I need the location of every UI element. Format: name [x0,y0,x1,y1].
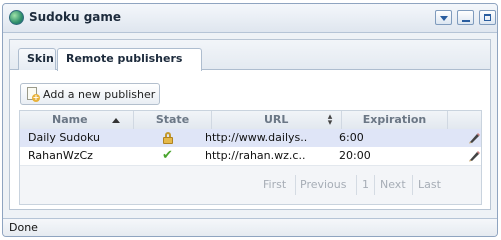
column-header-name-label: Name [52,113,88,126]
pager-separator [295,175,296,195]
sort-both-icon: ▴ ▾ [327,112,333,128]
status-text: Done [9,221,38,234]
pencil-icon[interactable] [467,149,481,163]
table-row[interactable]: RahanWzCz ✔ http://rahan.wz.c.. 20:00 [20,147,481,166]
cell-expiration: 6:00 [339,131,364,144]
window-menu-button[interactable] [435,10,452,25]
pager-last-button[interactable]: Last [418,175,441,195]
minimize-icon [462,20,470,22]
lock-icon [163,132,173,144]
sort-ascending-icon [112,118,120,123]
pager-next-button[interactable]: Next [380,175,406,195]
app-window: Sudoku game Skin Remote publishers + Add… [2,3,498,237]
check-icon: ✔ [162,148,173,163]
status-bar: Done [3,218,497,236]
chevron-down-icon [440,16,448,21]
column-header-actions [448,111,483,129]
cell-url: http://www.dailys.. [205,131,308,144]
tab-skin[interactable]: Skin [18,48,56,70]
add-document-icon: + [27,87,40,102]
cell-name: Daily Sudoku [28,131,100,144]
minimize-button[interactable] [457,10,474,25]
pager-previous-button[interactable]: Previous [300,175,347,195]
pager-separator [356,175,357,195]
cell-name: RahanWzCz [28,149,93,162]
window-title: Sudoku game [29,10,122,24]
column-header-expiration[interactable]: Expiration [342,111,448,129]
publishers-grid: Name State URL ▴ ▾ Expiration Daily Sudok… [19,110,482,205]
tab-strip: Skin Remote publishers [10,40,490,71]
pager-first-button[interactable]: First [263,175,286,195]
tab-remote-publishers[interactable]: Remote publishers [57,48,202,71]
pager-page-number[interactable]: 1 [362,175,369,195]
pager-separator [374,175,375,195]
globe-icon [9,10,24,25]
maximize-button[interactable] [479,10,496,25]
add-publisher-label: Add a new publisher [43,88,156,101]
column-header-name[interactable]: Name [20,111,134,129]
column-header-url-label: URL [264,113,289,126]
add-publisher-button[interactable]: + Add a new publisher [20,83,160,105]
column-header-url[interactable]: URL ▴ ▾ [212,111,342,129]
maximize-icon [484,14,491,21]
table-row[interactable]: Daily Sudoku http://www.dailys.. 6:00 [20,129,481,147]
pager-separator [412,175,413,195]
column-header-state[interactable]: State [134,111,212,129]
grid-header: Name State URL ▴ ▾ Expiration [20,111,481,130]
cell-expiration: 20:00 [339,149,371,162]
cell-url: http://rahan.wz.c.. [205,149,306,162]
pencil-icon[interactable] [467,131,481,145]
tab-panel: Skin Remote publishers + Add a new publi… [9,39,491,210]
title-bar: Sudoku game [3,4,497,33]
